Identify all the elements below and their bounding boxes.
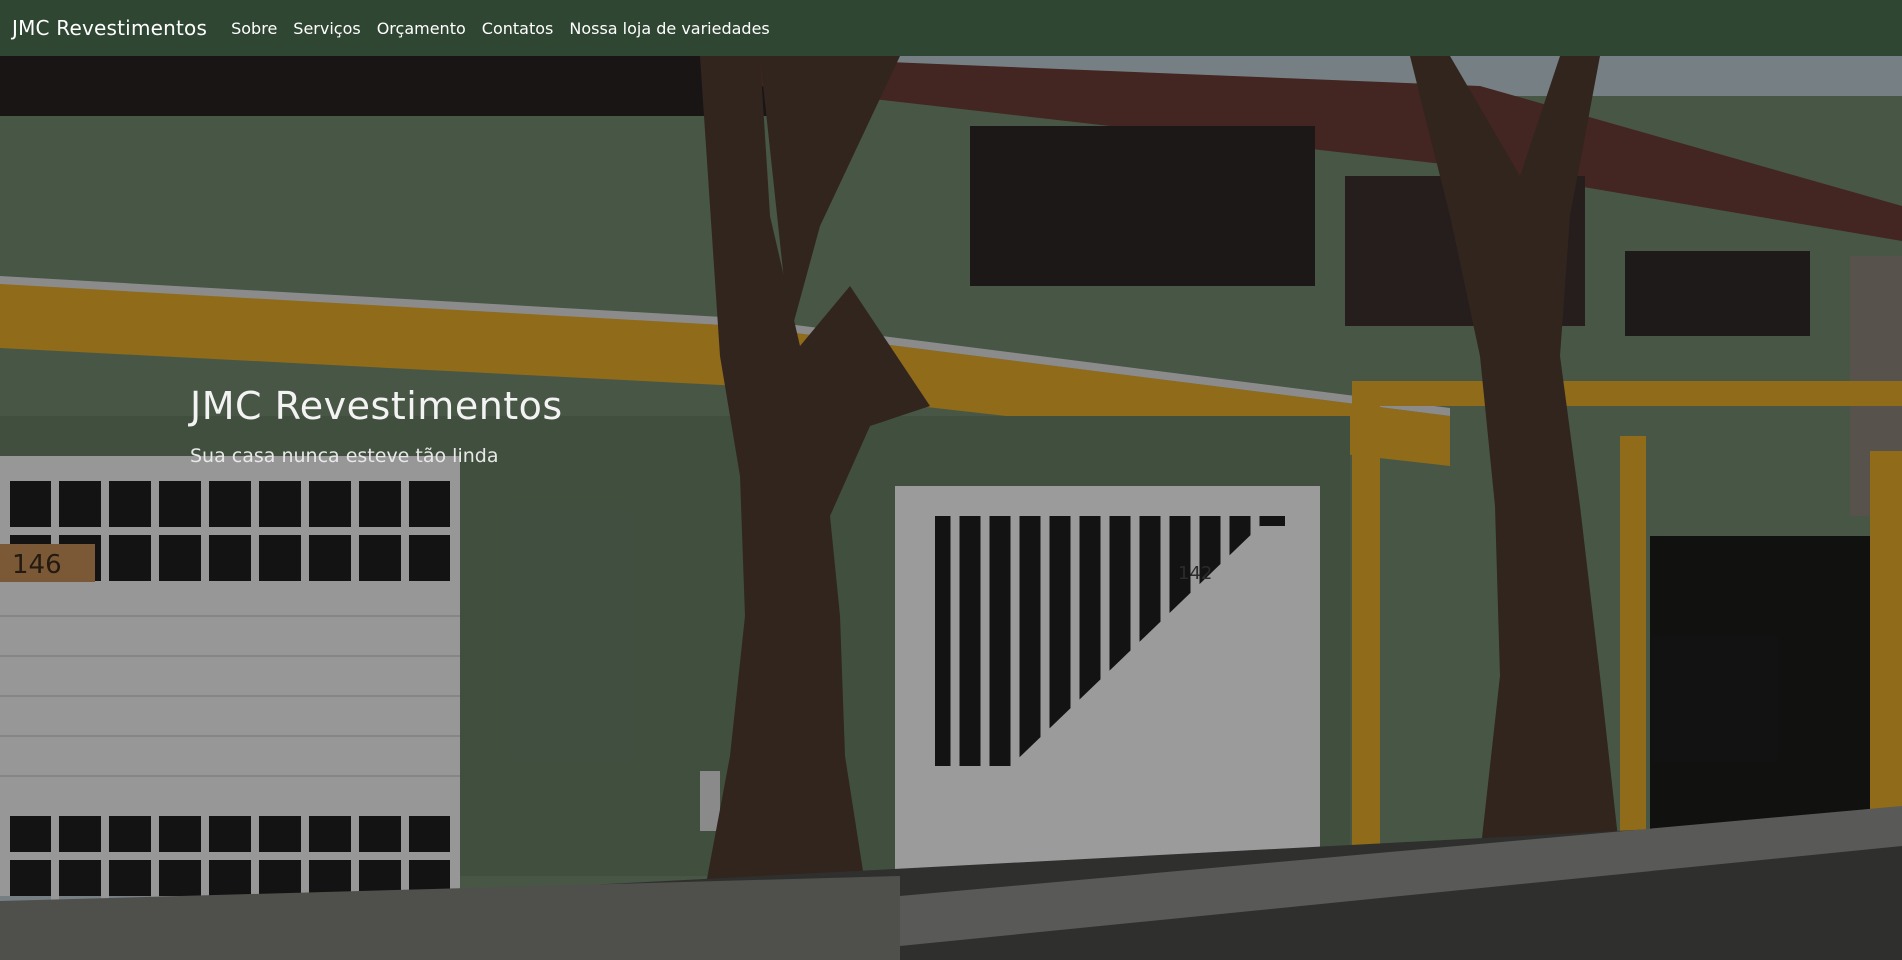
navbar: JMC Revestimentos Sobre Serviços Orçamen… bbox=[0, 0, 1902, 56]
nav-link-loja[interactable]: Nossa loja de variedades bbox=[569, 19, 769, 38]
nav-link-contatos[interactable]: Contatos bbox=[482, 19, 554, 38]
hero-subtitle: Sua casa nunca esteve tão linda bbox=[190, 445, 499, 467]
nav-link-sobre[interactable]: Sobre bbox=[231, 19, 277, 38]
brand-link[interactable]: JMC Revestimentos bbox=[12, 16, 207, 40]
nav-links: Sobre Serviços Orçamento Contatos Nossa … bbox=[231, 19, 786, 38]
nav-link-orcamento[interactable]: Orçamento bbox=[377, 19, 466, 38]
hero-section: 146 142 JMC Revestimentos Sua casa nunca… bbox=[0, 56, 1902, 960]
nav-link-servicos[interactable]: Serviços bbox=[293, 19, 360, 38]
hero-caption: JMC Revestimentos Sua casa nunca esteve … bbox=[190, 387, 563, 467]
hero-title: JMC Revestimentos bbox=[190, 384, 563, 428]
hero-dark-overlay bbox=[0, 56, 1902, 960]
